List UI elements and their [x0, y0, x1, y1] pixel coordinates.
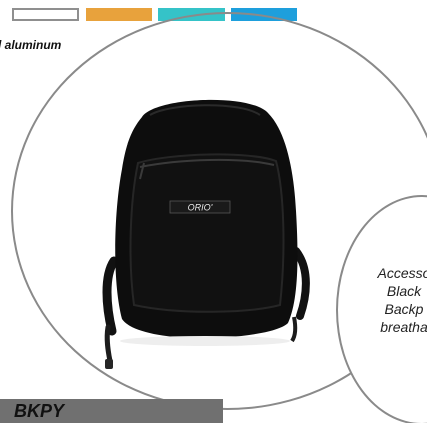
sku-bar: BKPY [0, 399, 223, 423]
product-image[interactable]: ORIO' [100, 91, 310, 410]
detail-description: Accesso Black Backp breatha [344, 264, 427, 336]
sku-label: BKPY [14, 401, 65, 421]
detail-line-1: Accesso [377, 265, 427, 281]
material-label: l aluminum [0, 38, 62, 52]
color-swatch-white[interactable] [12, 8, 79, 21]
detail-line-4: breatha [380, 319, 427, 335]
detail-line-3: Backp [384, 301, 424, 317]
color-swatch-orange[interactable] [86, 8, 152, 21]
backpack-image: ORIO' [102, 99, 310, 369]
brand-logo: ORIO' [188, 203, 213, 213]
product-card: l aluminum ORIO' Accesso Black Backp bre… [0, 0, 427, 423]
detail-line-2: Black [386, 283, 422, 299]
